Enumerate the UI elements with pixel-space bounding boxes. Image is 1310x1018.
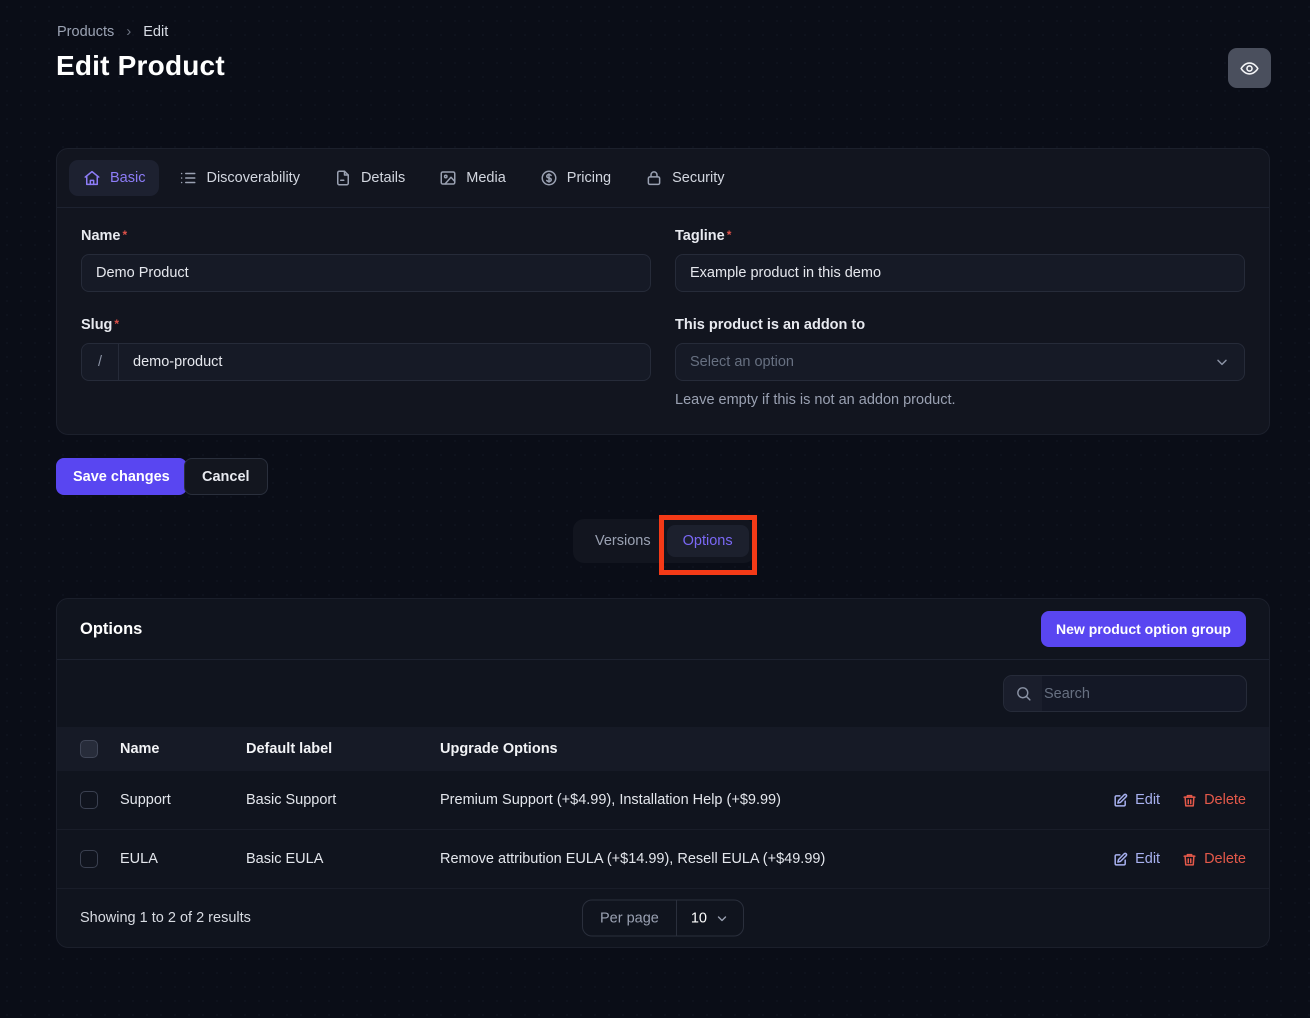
per-page-number: 10: [691, 910, 707, 926]
view-switcher: Versions Options: [573, 519, 755, 563]
form-column-right: Tagline This product is an addon to Sele…: [675, 228, 1245, 408]
edit-icon: [1113, 793, 1128, 808]
addon-select-placeholder: Select an option: [690, 354, 794, 370]
tab-pricing-label: Pricing: [567, 170, 611, 186]
table-row-eula: EULA Basic EULA Remove attribution EULA …: [57, 830, 1269, 889]
options-table-header: Name Default label Upgrade Options: [57, 727, 1269, 771]
eye-icon: [1239, 58, 1260, 79]
options-panel-title: Options: [80, 620, 142, 639]
save-button[interactable]: Save changes: [56, 458, 187, 495]
slug-field: /: [81, 343, 651, 381]
tab-security[interactable]: Security: [631, 160, 738, 196]
cell-upgrade-options: Remove attribution EULA (+$14.99), Resel…: [440, 851, 1076, 867]
slug-input[interactable]: [119, 344, 650, 380]
breadcrumb-current: Edit: [143, 24, 168, 40]
dollar-circle-icon: [540, 169, 558, 187]
delete-link[interactable]: Delete: [1182, 851, 1246, 867]
table-row-support: Support Basic Support Premium Support (+…: [57, 771, 1269, 830]
cell-upgrade-options: Premium Support (+$4.99), Installation H…: [440, 792, 1076, 808]
list-icon: [179, 169, 197, 187]
tagline-input[interactable]: [675, 254, 1245, 292]
row-checkbox[interactable]: [80, 791, 98, 809]
edit-link-label: Edit: [1135, 792, 1160, 808]
image-icon: [439, 169, 457, 187]
form-column-left: Name Slug /: [81, 228, 651, 408]
row-checkbox[interactable]: [80, 850, 98, 868]
row-checkbox-cell: [80, 791, 120, 809]
edit-link[interactable]: Edit: [1113, 851, 1160, 867]
tab-discoverability-label: Discoverability: [206, 170, 299, 186]
per-page-value[interactable]: 10: [677, 901, 743, 936]
per-page-label: Per page: [583, 901, 677, 936]
new-product-option-group-button[interactable]: New product option group: [1041, 611, 1246, 647]
tab-security-label: Security: [672, 170, 724, 186]
delete-link[interactable]: Delete: [1182, 792, 1246, 808]
select-all-checkbox[interactable]: [80, 740, 98, 758]
tab-basic[interactable]: Basic: [69, 160, 159, 196]
tab-options[interactable]: Options: [667, 525, 749, 557]
options-search-row: [57, 660, 1269, 727]
cell-default-label: Basic Support: [246, 792, 440, 808]
tab-versions[interactable]: Versions: [579, 525, 667, 557]
edit-product-page: Products › Edit Edit Product Basic Disco…: [0, 0, 1310, 1018]
header-name: Name: [120, 741, 246, 757]
tab-discoverability[interactable]: Discoverability: [165, 160, 313, 196]
per-page-control[interactable]: Per page 10: [582, 900, 744, 937]
breadcrumb-separator: ›: [126, 23, 131, 40]
product-form-card: Basic Discoverability Details Media: [56, 148, 1270, 435]
name-input[interactable]: [81, 254, 651, 292]
edit-link-label: Edit: [1135, 851, 1160, 867]
slug-prefix: /: [82, 344, 119, 380]
row-checkbox-cell: [80, 850, 120, 868]
cell-default-label: Basic EULA: [246, 851, 440, 867]
tab-media-label: Media: [466, 170, 506, 186]
form-fields: Name Slug / Tagline This product is an a…: [57, 208, 1269, 428]
edit-link[interactable]: Edit: [1113, 792, 1160, 808]
tab-basic-label: Basic: [110, 170, 145, 186]
edit-icon: [1113, 852, 1128, 867]
cancel-button[interactable]: Cancel: [184, 458, 268, 495]
row-actions: Edit Delete: [1076, 851, 1246, 867]
row-actions: Edit Delete: [1076, 792, 1246, 808]
home-icon: [83, 169, 101, 187]
search-input[interactable]: [1042, 686, 1246, 702]
name-label: Name: [81, 228, 651, 244]
document-icon: [334, 169, 352, 187]
delete-link-label: Delete: [1204, 851, 1246, 867]
page-title: Edit Product: [56, 50, 225, 82]
delete-link-label: Delete: [1204, 792, 1246, 808]
cell-name: Support: [120, 792, 246, 808]
header-default-label: Default label: [246, 741, 440, 757]
options-search-box: [1003, 675, 1247, 712]
header-upgrade-options: Upgrade Options: [440, 741, 1076, 757]
options-panel-header: Options New product option group: [57, 599, 1269, 660]
preview-button[interactable]: [1228, 48, 1271, 88]
lock-icon: [645, 169, 663, 187]
addon-label: This product is an addon to: [675, 317, 1245, 333]
breadcrumb: Products › Edit: [57, 23, 168, 40]
addon-select[interactable]: Select an option: [675, 343, 1245, 381]
options-panel: Options New product option group Name De…: [56, 598, 1270, 948]
results-summary: Showing 1 to 2 of 2 results: [80, 910, 251, 926]
slug-label: Slug: [81, 317, 651, 333]
tagline-label: Tagline: [675, 228, 1245, 244]
options-panel-footer: Showing 1 to 2 of 2 results Per page 10: [57, 889, 1269, 947]
trash-icon: [1182, 852, 1197, 867]
addon-help-text: Leave empty if this is not an addon prod…: [675, 392, 1245, 408]
trash-icon: [1182, 793, 1197, 808]
chevron-down-icon: [715, 911, 729, 925]
form-tab-bar: Basic Discoverability Details Media: [57, 149, 1269, 208]
tab-details[interactable]: Details: [320, 160, 419, 196]
tab-media[interactable]: Media: [425, 160, 520, 196]
header-checkbox-cell: [80, 740, 120, 758]
tab-details-label: Details: [361, 170, 405, 186]
chevron-down-icon: [1214, 354, 1230, 370]
search-icon: [1004, 676, 1042, 711]
cell-name: EULA: [120, 851, 246, 867]
breadcrumb-products-link[interactable]: Products: [57, 24, 114, 40]
tab-pricing[interactable]: Pricing: [526, 160, 625, 196]
